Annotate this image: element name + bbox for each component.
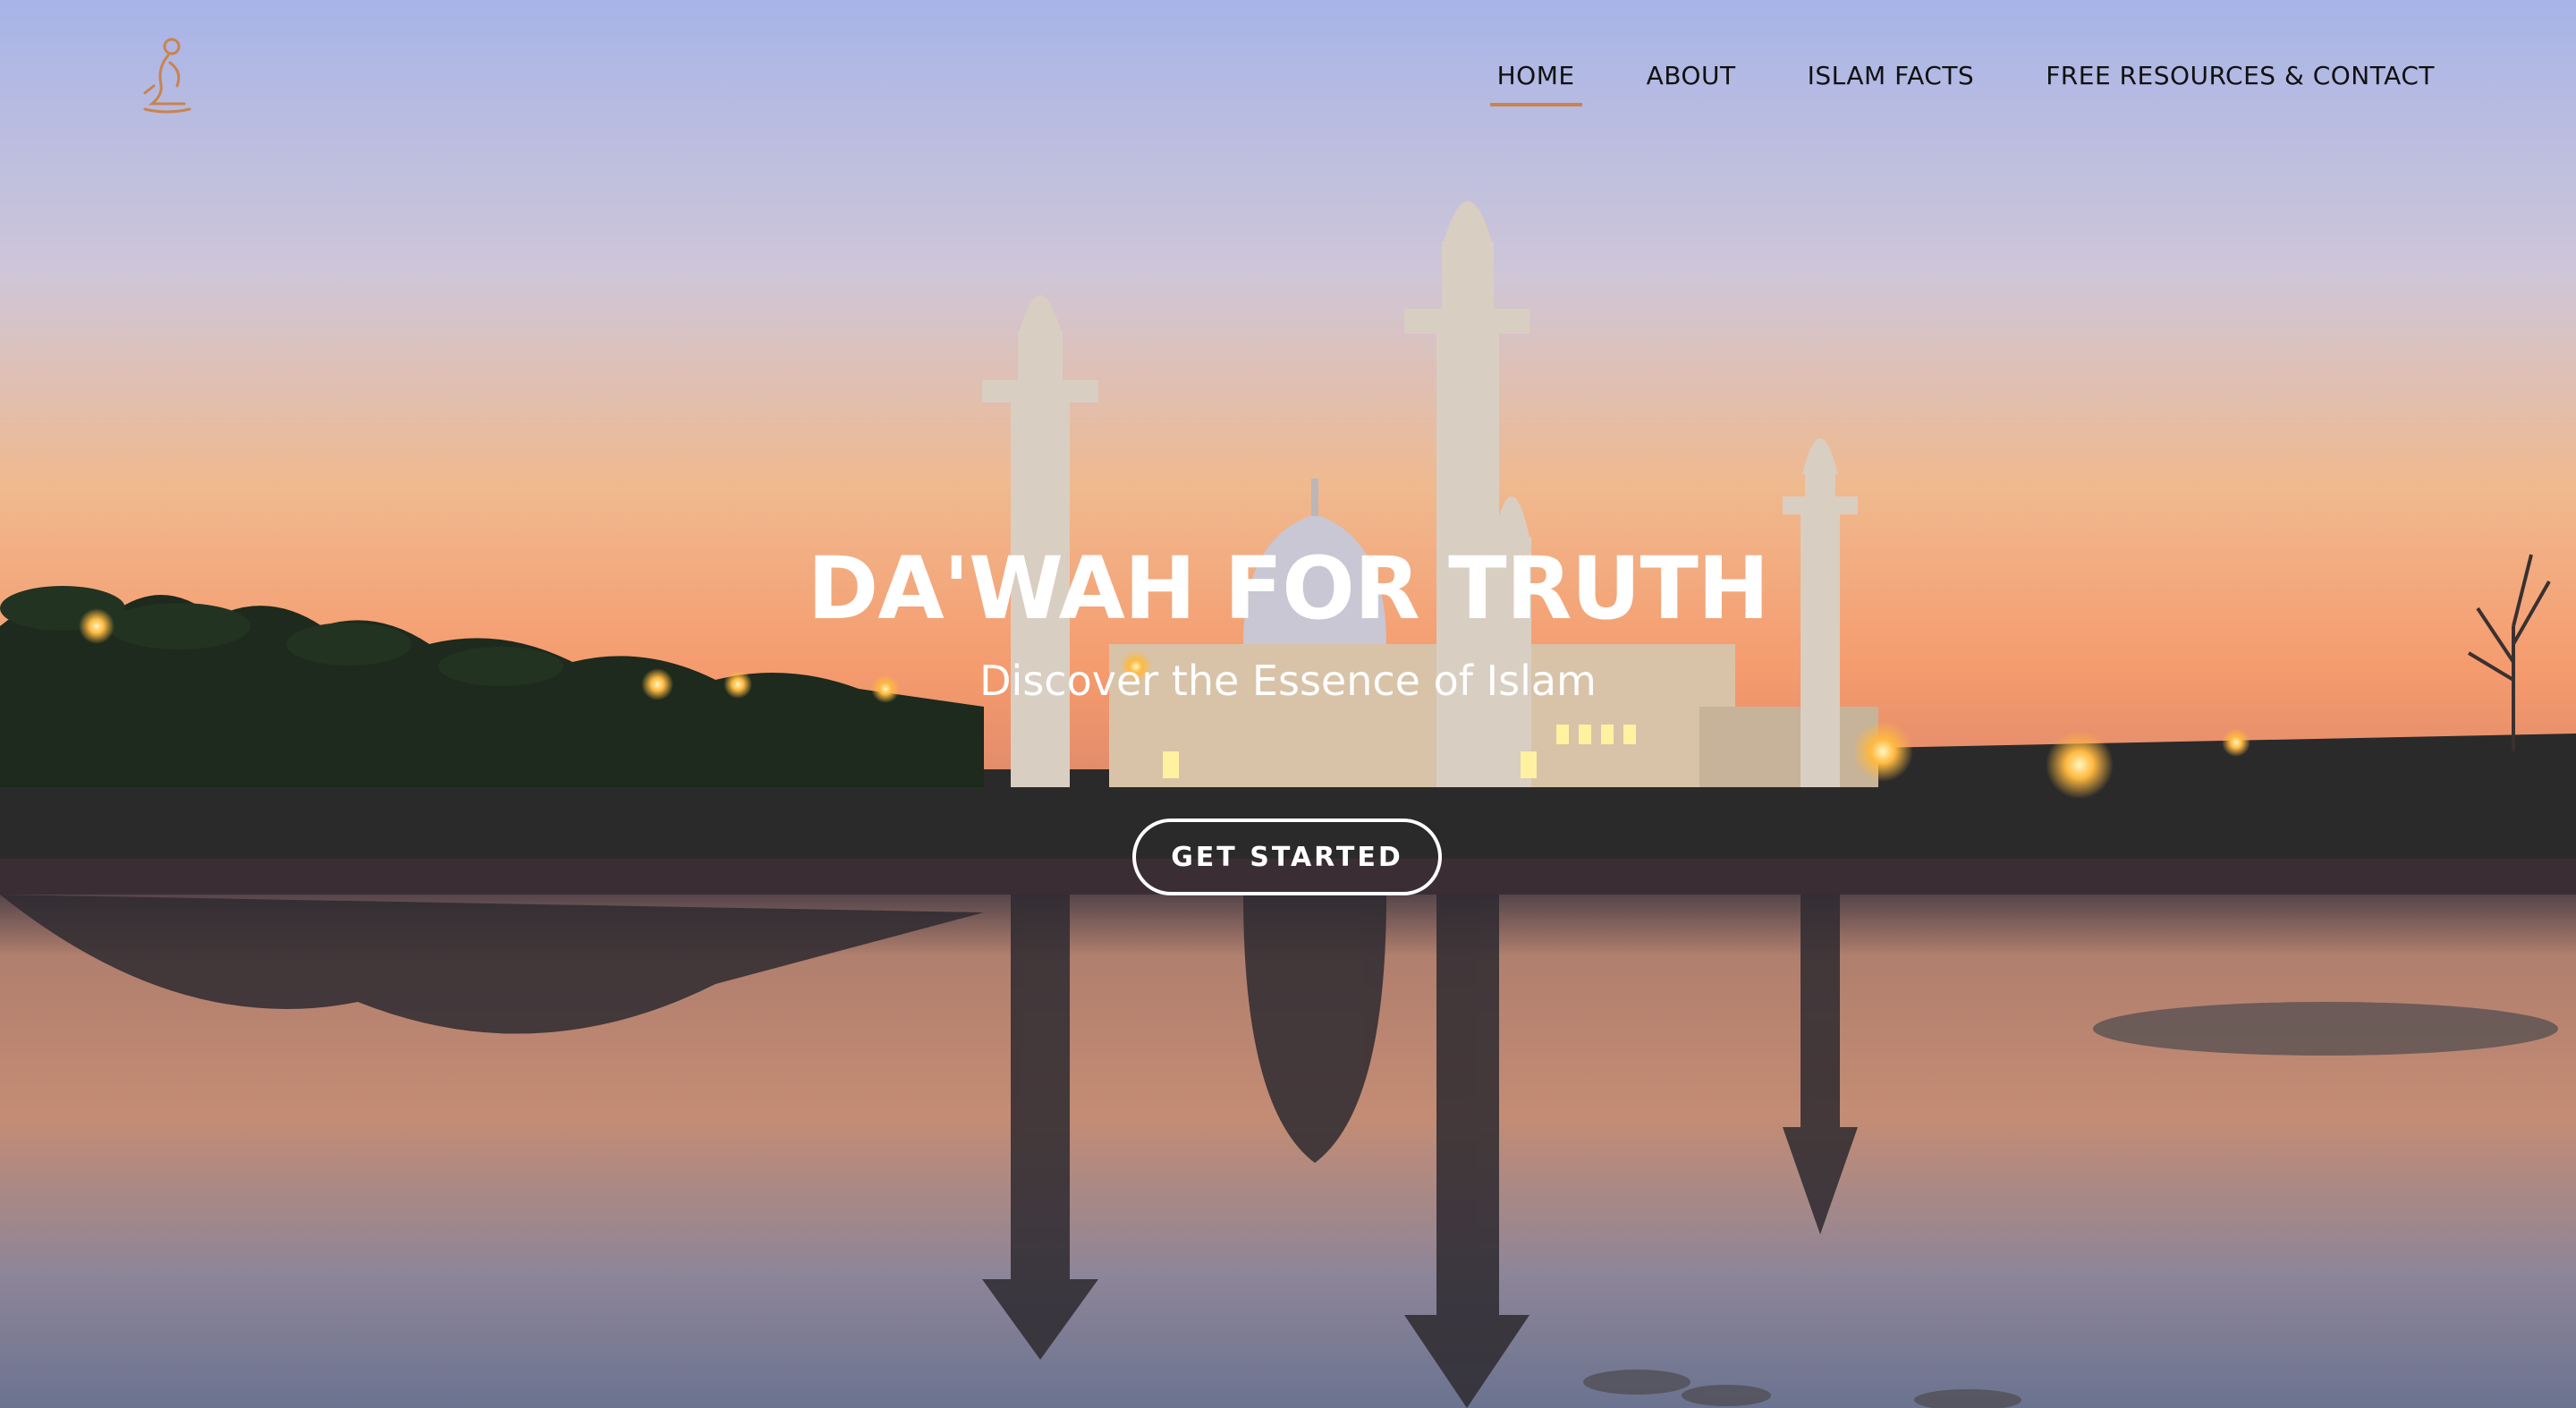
- top-navbar: HOME ABOUT ISLAM FACTS FREE RESOURCES & …: [0, 0, 2576, 152]
- nav-islam-facts[interactable]: ISLAM FACTS: [1801, 55, 1982, 106]
- hero-section: HOME ABOUT ISLAM FACTS FREE RESOURCES & …: [0, 0, 2576, 1408]
- get-started-button[interactable]: GET STARTED: [1132, 819, 1442, 895]
- main-navigation: HOME ABOUT ISLAM FACTS FREE RESOURCES & …: [1489, 55, 2442, 106]
- hero-subtitle: Discover the Essence of Islam: [979, 657, 1597, 705]
- nav-about[interactable]: ABOUT: [1640, 55, 1743, 106]
- nav-free-resources-contact[interactable]: FREE RESOURCES & CONTACT: [2038, 55, 2442, 106]
- kneeling-figure-icon[interactable]: [134, 32, 199, 118]
- nav-home[interactable]: HOME: [1489, 55, 1582, 106]
- hero-title: DA'WAH FOR TRUTH: [807, 539, 1770, 639]
